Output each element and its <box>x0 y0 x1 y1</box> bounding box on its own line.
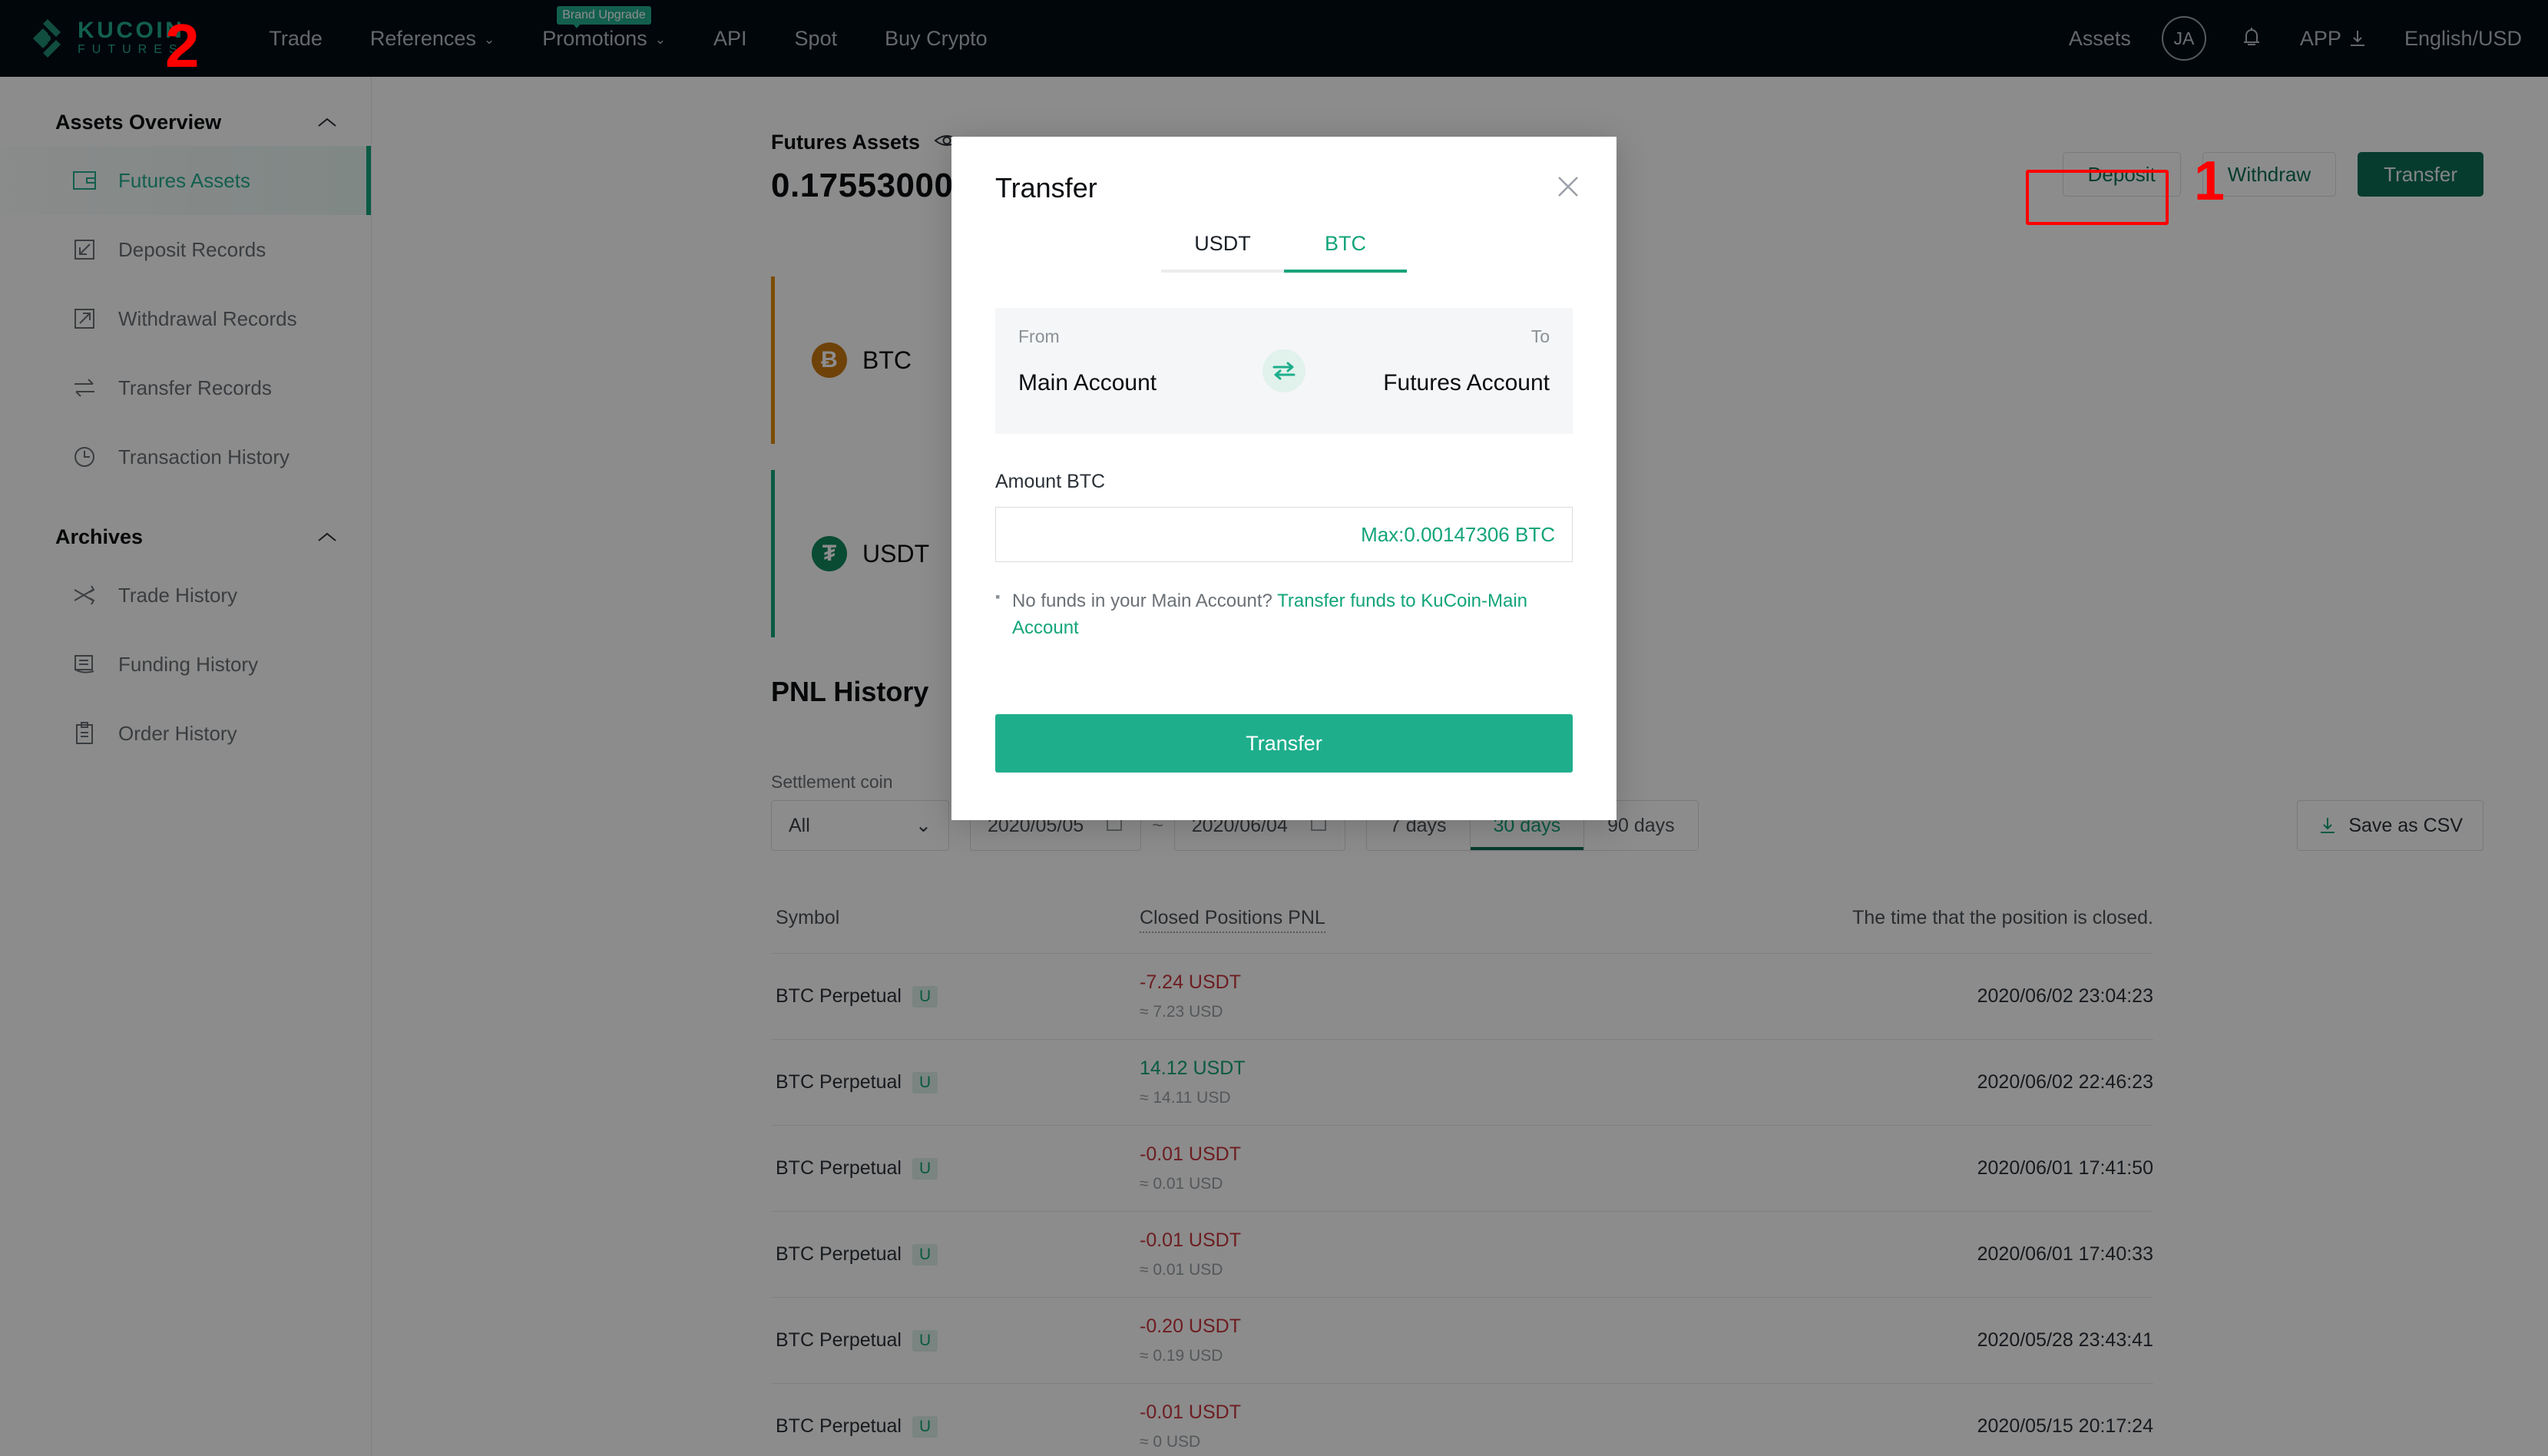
no-funds-note-text: No funds in your Main Account? <box>1012 591 1278 611</box>
tab-usdt-label: USDT <box>1194 232 1251 255</box>
amount-label: Amount BTC <box>995 471 1106 492</box>
transfer-direction-box: From Main Account To Futures Account <box>995 308 1573 434</box>
tab-btc[interactable]: BTC <box>1284 232 1407 273</box>
transfer-modal: Transfer USDT BTC From Main Account To F… <box>951 137 1616 820</box>
page-root: KUCOIN FUTURES Trade References ⌄ Brand … <box>0 0 2548 1456</box>
tab-usdt[interactable]: USDT <box>1161 232 1284 273</box>
swap-direction-icon[interactable] <box>1262 349 1305 392</box>
modal-transfer-submit-label: Transfer <box>1246 731 1322 755</box>
modal-header: Transfer <box>951 137 1616 229</box>
transfer-to-label: To <box>1530 326 1550 346</box>
annotation-number-2: 2 <box>165 12 200 80</box>
amount-max-hint[interactable]: Max:0.00147306 BTC <box>1361 523 1555 547</box>
transfer-from-label: From <box>1018 326 1060 346</box>
tab-btc-label: BTC <box>1325 232 1366 255</box>
modal-transfer-submit-button[interactable]: Transfer <box>995 714 1573 773</box>
transfer-to[interactable]: To Futures Account <box>1383 326 1550 396</box>
close-icon[interactable] <box>1555 174 1581 204</box>
transfer-to-value: Futures Account <box>1383 370 1550 395</box>
transfer-from-value: Main Account <box>1018 370 1157 395</box>
transfer-from[interactable]: From Main Account <box>1018 326 1157 396</box>
no-funds-note: No funds in your Main Account? Transfer … <box>995 587 1573 642</box>
annotation-number-1: 1 <box>2194 151 2225 212</box>
modal-currency-tabs: USDT BTC <box>951 232 1616 273</box>
amount-input[interactable]: Max:0.00147306 BTC <box>995 507 1573 562</box>
modal-title: Transfer <box>995 172 1097 204</box>
